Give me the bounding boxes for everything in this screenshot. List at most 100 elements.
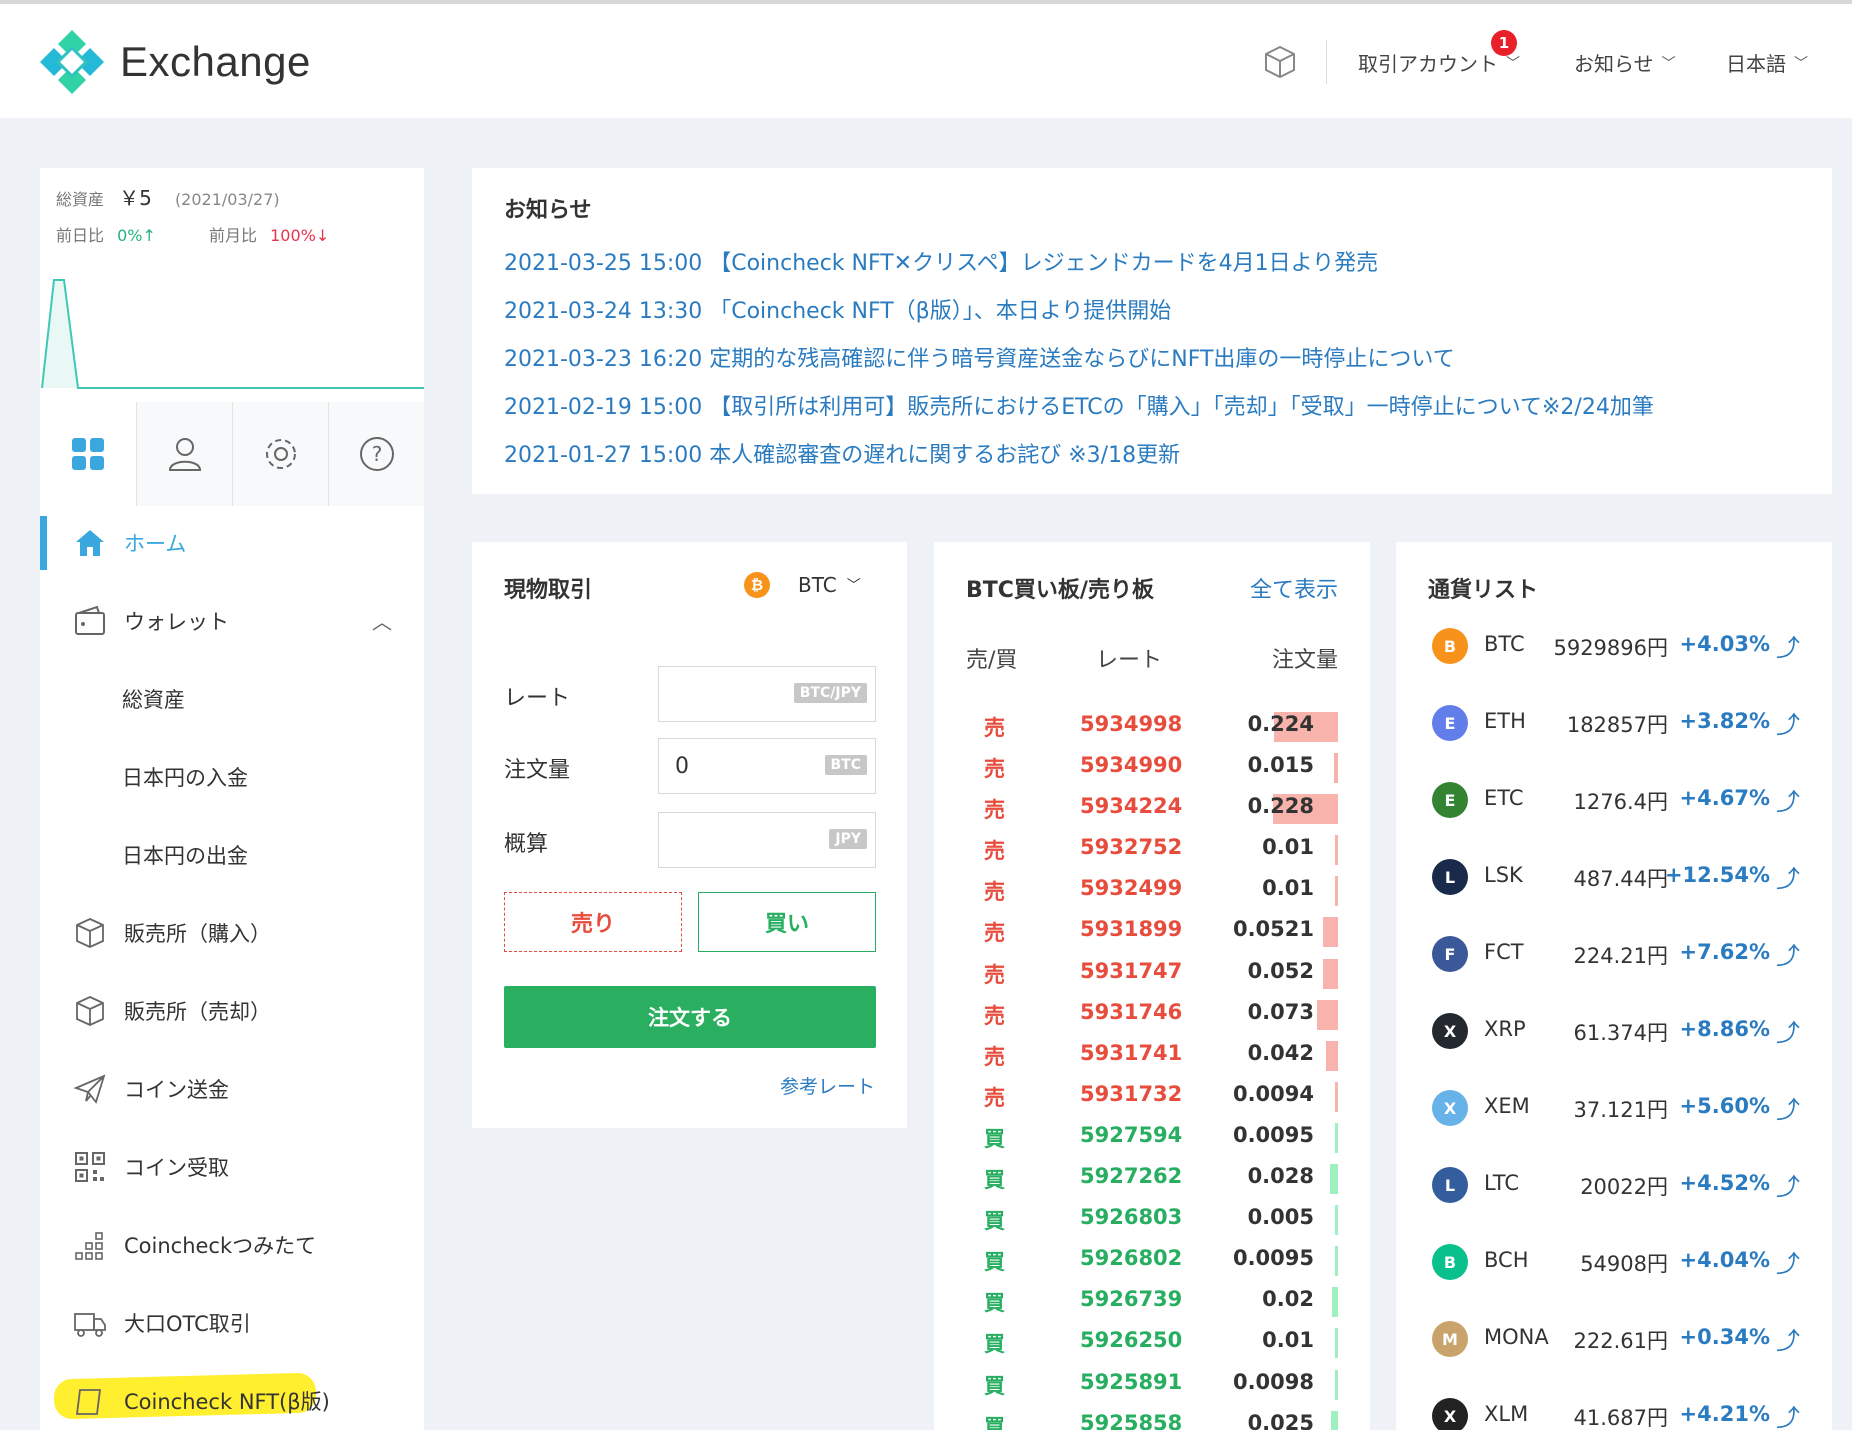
order-book-row[interactable]: 売 5932752 0.01 — [934, 829, 1370, 870]
rate-field[interactable]: BTC/JPY — [658, 666, 876, 722]
sidebar-item-jpy-withdraw[interactable]: 日本円の出金 — [40, 816, 424, 894]
tab-settings[interactable] — [232, 402, 328, 506]
order-book-row[interactable]: 売 5934224 0.228 — [934, 788, 1370, 829]
notice-panel: お知らせ 2021-03-25 15:00 【Coincheck NFT✕クリス… — [472, 168, 1832, 494]
top-header: Exchange 取引アカウント ﹀ 1 お知らせ ﹀ 日本語 ﹀ — [0, 0, 1852, 118]
tab-dashboard[interactable] — [40, 402, 136, 506]
currency-row[interactable]: X XRP 61.374円 +8.86% ⤴ — [1396, 991, 1832, 1068]
tab-profile[interactable] — [136, 402, 232, 506]
order-book-row[interactable]: 買 5926802 0.0095 — [934, 1240, 1370, 1281]
order-book-row[interactable]: 買 5925891 0.0098 — [934, 1364, 1370, 1405]
order-book-row[interactable]: 売 5931732 0.0094 — [934, 1076, 1370, 1117]
buy-button[interactable]: 買い — [698, 892, 876, 952]
sidebar-item-coin-send[interactable]: コイン送金 — [40, 1050, 424, 1128]
truck-icon — [72, 1305, 108, 1341]
col-header-rate: レート — [1096, 648, 1163, 673]
order-rate: 5934990 — [1080, 753, 1183, 778]
currency-row[interactable]: L LSK 487.44円 +12.54% ⤴ — [1396, 837, 1832, 914]
cube-icon[interactable] — [1262, 44, 1298, 80]
order-book-title: BTC買い板/売り板 — [966, 578, 1154, 603]
currency-row[interactable]: B BTC 5929896円 +4.03% ⤴ — [1396, 606, 1832, 683]
order-button[interactable]: 注文する — [504, 986, 876, 1048]
amount-field[interactable]: BTC — [658, 738, 876, 794]
depth-bar — [1335, 1369, 1338, 1400]
sidebar-item-home[interactable]: ホーム — [40, 504, 424, 582]
sidebar-item-jpy-deposit[interactable]: 日本円の入金 — [40, 738, 424, 816]
language-menu[interactable]: 日本語 ﹀ — [1726, 48, 1808, 77]
notice-link[interactable]: 2021-02-19 15:00 【取引所は利用可】販売所におけるETCの「購入… — [504, 384, 1800, 432]
notice-link[interactable]: 2021-01-27 15:00 本人確認審査の遅れに関するお詫び ※3/18更… — [504, 432, 1800, 480]
rate-input[interactable] — [659, 667, 789, 721]
order-book-row[interactable]: 買 5927594 0.0095 — [934, 1117, 1370, 1158]
currency-row[interactable]: F FCT 224.21円 +7.62% ⤴ — [1396, 914, 1832, 991]
spot-trade-panel: 現物取引 ₿ BTC ﹀ レート BTC/JPY 注文量 BTC 概算 JPY … — [472, 542, 907, 1128]
currency-price: 224.21円 — [1573, 944, 1668, 968]
sidebar-item-otc[interactable]: 大口OTC取引 — [40, 1284, 424, 1362]
currency-row[interactable]: M MONA 222.61円 +0.34% ⤴ — [1396, 1299, 1832, 1376]
sidebar-item-shop-sell[interactable]: 販売所（売却） — [40, 972, 424, 1050]
currency-change: +5.60% — [1679, 1094, 1770, 1118]
order-book-row[interactable]: 買 5926739 0.02 — [934, 1281, 1370, 1322]
amount-input[interactable] — [659, 739, 789, 793]
currency-change: +4.03% — [1679, 632, 1770, 656]
currency-row[interactable]: E ETC 1276.4円 +4.67% ⤴ — [1396, 760, 1832, 837]
sidebar-tabs: ? — [40, 402, 424, 506]
reference-rate-link[interactable]: 参考レート — [780, 1072, 875, 1099]
logo[interactable]: Exchange — [38, 28, 311, 96]
chevron-down-icon: ﹀ — [846, 578, 861, 594]
trend-up-icon: ⤴ — [1776, 788, 1800, 816]
currency-row[interactable]: B BCH 54908円 +4.04% ⤴ — [1396, 1222, 1832, 1299]
depth-bar — [1330, 1164, 1338, 1195]
order-rate: 5934998 — [1080, 712, 1183, 736]
depth-bar — [1323, 917, 1338, 948]
grid-icon — [72, 438, 104, 470]
sidebar-item-total-assets[interactable]: 総資産 — [40, 660, 424, 738]
order-book-row[interactable]: 買 5925858 0.025 — [934, 1405, 1370, 1430]
currency-change: +4.04% — [1679, 1248, 1770, 1272]
currency-row[interactable]: L LTC 20022円 +4.52% ⤴ — [1396, 1145, 1832, 1222]
coin-selector[interactable]: ₿ BTC ﹀ — [744, 572, 861, 598]
notice-menu[interactable]: お知らせ ﹀ — [1574, 48, 1676, 77]
sidebar-item-label: ウォレット — [124, 610, 229, 634]
currency-price: 222.61円 — [1573, 1329, 1668, 1353]
sell-button[interactable]: 売り — [504, 892, 682, 952]
sidebar-item-coin-receive[interactable]: コイン受取 — [40, 1128, 424, 1206]
currency-price: 41.687円 — [1573, 1406, 1668, 1430]
currency-row[interactable]: X XLM 41.687円 +4.21% ⤴ — [1396, 1376, 1832, 1430]
order-book-row[interactable]: 売 5931741 0.042 — [934, 1035, 1370, 1076]
order-book-row[interactable]: 売 5932499 0.01 — [934, 870, 1370, 911]
sidebar-item-tsumitate[interactable]: Coincheckつみたて — [40, 1206, 424, 1284]
order-side: 売 — [984, 880, 1005, 905]
sidebar-item-label: コイン送金 — [124, 1078, 229, 1102]
sidebar-item-wallet[interactable]: ウォレット ︿ — [40, 582, 424, 660]
order-qty: 0.025 — [1247, 1410, 1314, 1430]
order-side: 売 — [984, 1003, 1005, 1028]
order-book-row[interactable]: 売 5931899 0.0521 — [934, 911, 1370, 952]
depth-bar — [1323, 958, 1338, 989]
order-qty: 0.01 — [1262, 835, 1314, 860]
estimate-field[interactable]: JPY — [658, 812, 876, 868]
notice-link[interactable]: 2021-03-23 16:20 定期的な残高確認に伴う暗号資産送金ならびにNF… — [504, 336, 1800, 384]
currency-change: +12.54% — [1664, 863, 1770, 887]
order-book-row[interactable]: 買 5927262 0.028 — [934, 1158, 1370, 1199]
order-book-row[interactable]: 買 5926250 0.01 — [934, 1322, 1370, 1363]
show-all-link[interactable]: 全て表示 — [1250, 572, 1338, 604]
notice-link[interactable]: 2021-03-24 13:30 「Coincheck NFT（β版）」、本日よ… — [504, 288, 1800, 336]
sidebar-item-nft[interactable]: Coincheck NFT(β版) — [40, 1362, 424, 1430]
notice-link[interactable]: 2021-03-25 15:00 【Coincheck NFT✕クリスペ】レジェ… — [504, 240, 1800, 288]
bitcoin-icon: ₿ — [744, 572, 770, 598]
order-book-row[interactable]: 売 5931747 0.052 — [934, 953, 1370, 994]
order-book-row[interactable]: 売 5934990 0.015 — [934, 747, 1370, 788]
chevron-up-icon[interactable]: ︿ — [372, 606, 392, 635]
currency-change: +4.52% — [1679, 1171, 1770, 1195]
account-menu-label: 取引アカウント — [1358, 52, 1498, 76]
currency-row[interactable]: X XEM 37.121円 +5.60% ⤴ — [1396, 1068, 1832, 1145]
currency-row[interactable]: E ETH 182857円 +3.82% ⤴ — [1396, 683, 1832, 760]
order-book-row[interactable]: 売 5931746 0.073 — [934, 994, 1370, 1035]
order-qty: 0.052 — [1247, 958, 1314, 983]
order-book-row[interactable]: 買 5926803 0.005 — [934, 1199, 1370, 1240]
estimate-input[interactable] — [659, 813, 789, 867]
sidebar-item-shop-buy[interactable]: 販売所（購入） — [40, 894, 424, 972]
order-book-row[interactable]: 売 5934998 0.224 — [934, 706, 1370, 747]
tab-help[interactable]: ? — [328, 402, 424, 506]
